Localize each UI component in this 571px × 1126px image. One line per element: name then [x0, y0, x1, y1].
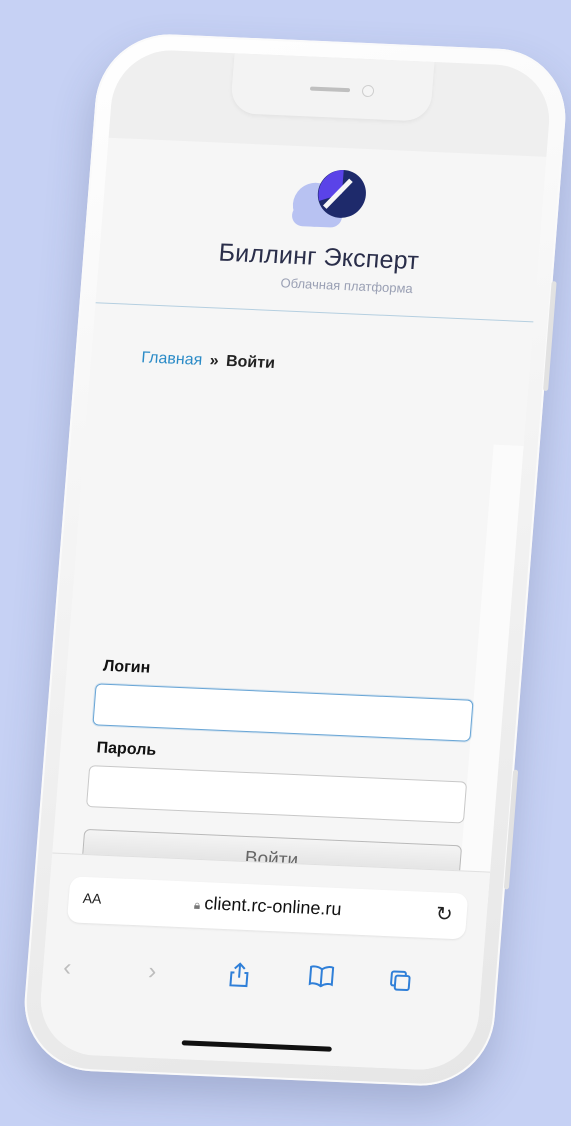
- phone-screen: Биллинг Эксперт Облачная платформа Главн…: [36, 47, 554, 1073]
- breadcrumb: Главная » Войти: [141, 349, 276, 373]
- password-input[interactable]: [85, 765, 468, 824]
- breadcrumb-current: Войти: [225, 352, 276, 373]
- back-icon[interactable]: ‹: [62, 954, 72, 982]
- front-camera: [361, 84, 375, 98]
- phone-mockup: Биллинг Эксперт Облачная платформа Главн…: [19, 31, 571, 1089]
- address-bar[interactable]: AA 🔒︎ client.rc-online.ru ↻: [66, 876, 469, 940]
- address-url[interactable]: client.rc-online.ru: [204, 893, 343, 919]
- breadcrumb-separator: »: [209, 352, 220, 370]
- header-divider: [95, 302, 534, 323]
- billing-expert-logo[interactable]: [282, 156, 378, 240]
- book-icon-glyph: [308, 965, 335, 988]
- lock-icon: 🔒︎: [193, 897, 201, 912]
- forward-icon[interactable]: ›: [147, 958, 157, 986]
- bookmarks-icon[interactable]: [307, 965, 335, 995]
- share-icon[interactable]: [227, 961, 252, 995]
- breadcrumb-home-link[interactable]: Главная: [141, 349, 203, 369]
- speaker-grille: [309, 86, 351, 93]
- login-input[interactable]: [92, 683, 474, 742]
- tabs-icon-glyph: [390, 970, 411, 992]
- site-header: Биллинг Эксперт Облачная платформа: [95, 138, 546, 327]
- reload-icon[interactable]: ↻: [435, 901, 454, 927]
- notch: [229, 53, 435, 122]
- address-text-wrapper: 🔒︎ client.rc-online.ru: [68, 887, 468, 925]
- home-indicator[interactable]: [181, 1040, 332, 1052]
- safari-bottom-bar: AA 🔒︎ client.rc-online.ru ↻ ‹ ›: [36, 852, 491, 1073]
- share-icon-glyph: [229, 962, 249, 988]
- tabs-icon[interactable]: [387, 968, 413, 1000]
- safari-toolbar: ‹ ›: [51, 954, 472, 1012]
